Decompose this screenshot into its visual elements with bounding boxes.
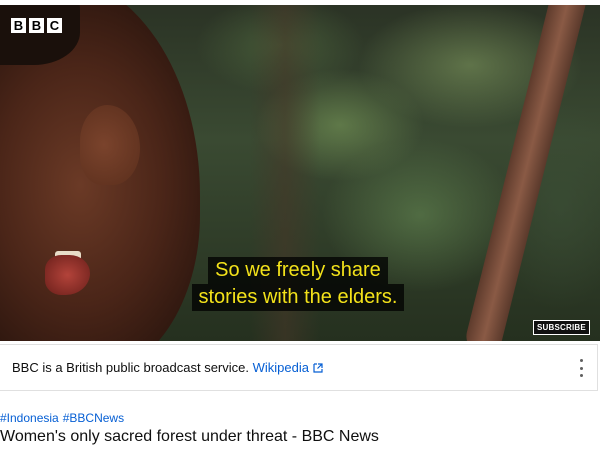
person-hair — [0, 5, 80, 65]
info-panel-text: BBC is a British public broadcast servic… — [12, 360, 253, 375]
video-player[interactable]: B B C So we freely share stories with th… — [0, 5, 600, 341]
person-mouth — [45, 255, 90, 295]
info-panel: BBC is a British public broadcast servic… — [0, 344, 598, 391]
external-link-icon — [313, 363, 323, 373]
more-dot — [579, 366, 583, 370]
more-dot — [579, 374, 583, 377]
subtitle-line: So we freely share — [208, 257, 388, 284]
subscribe-watermark-button[interactable]: SUBSCRIBE — [533, 320, 590, 335]
bbc-logo-letter: C — [47, 18, 62, 33]
hashtags: #Indonesia #BBCNews — [0, 411, 128, 425]
bbc-logo-letter: B — [11, 18, 26, 33]
info-panel-text-wrapper: BBC is a British public broadcast servic… — [12, 360, 323, 375]
more-vert-icon[interactable] — [577, 359, 585, 377]
hashtag-link[interactable]: #BBCNews — [63, 411, 124, 425]
video-subtitle: So we freely share stories with the elde… — [175, 257, 421, 311]
wikipedia-link-label: Wikipedia — [252, 360, 309, 375]
bbc-logo-letter: B — [29, 18, 44, 33]
more-dot — [579, 359, 583, 362]
wikipedia-link[interactable]: Wikipedia — [253, 360, 323, 375]
subtitle-line: stories with the elders. — [191, 284, 405, 311]
bbc-logo: B B C — [11, 18, 62, 33]
person-nose — [80, 105, 140, 185]
hashtag-link[interactable]: #Indonesia — [0, 411, 59, 425]
video-title: Women's only sacred forest under threat … — [0, 428, 379, 445]
